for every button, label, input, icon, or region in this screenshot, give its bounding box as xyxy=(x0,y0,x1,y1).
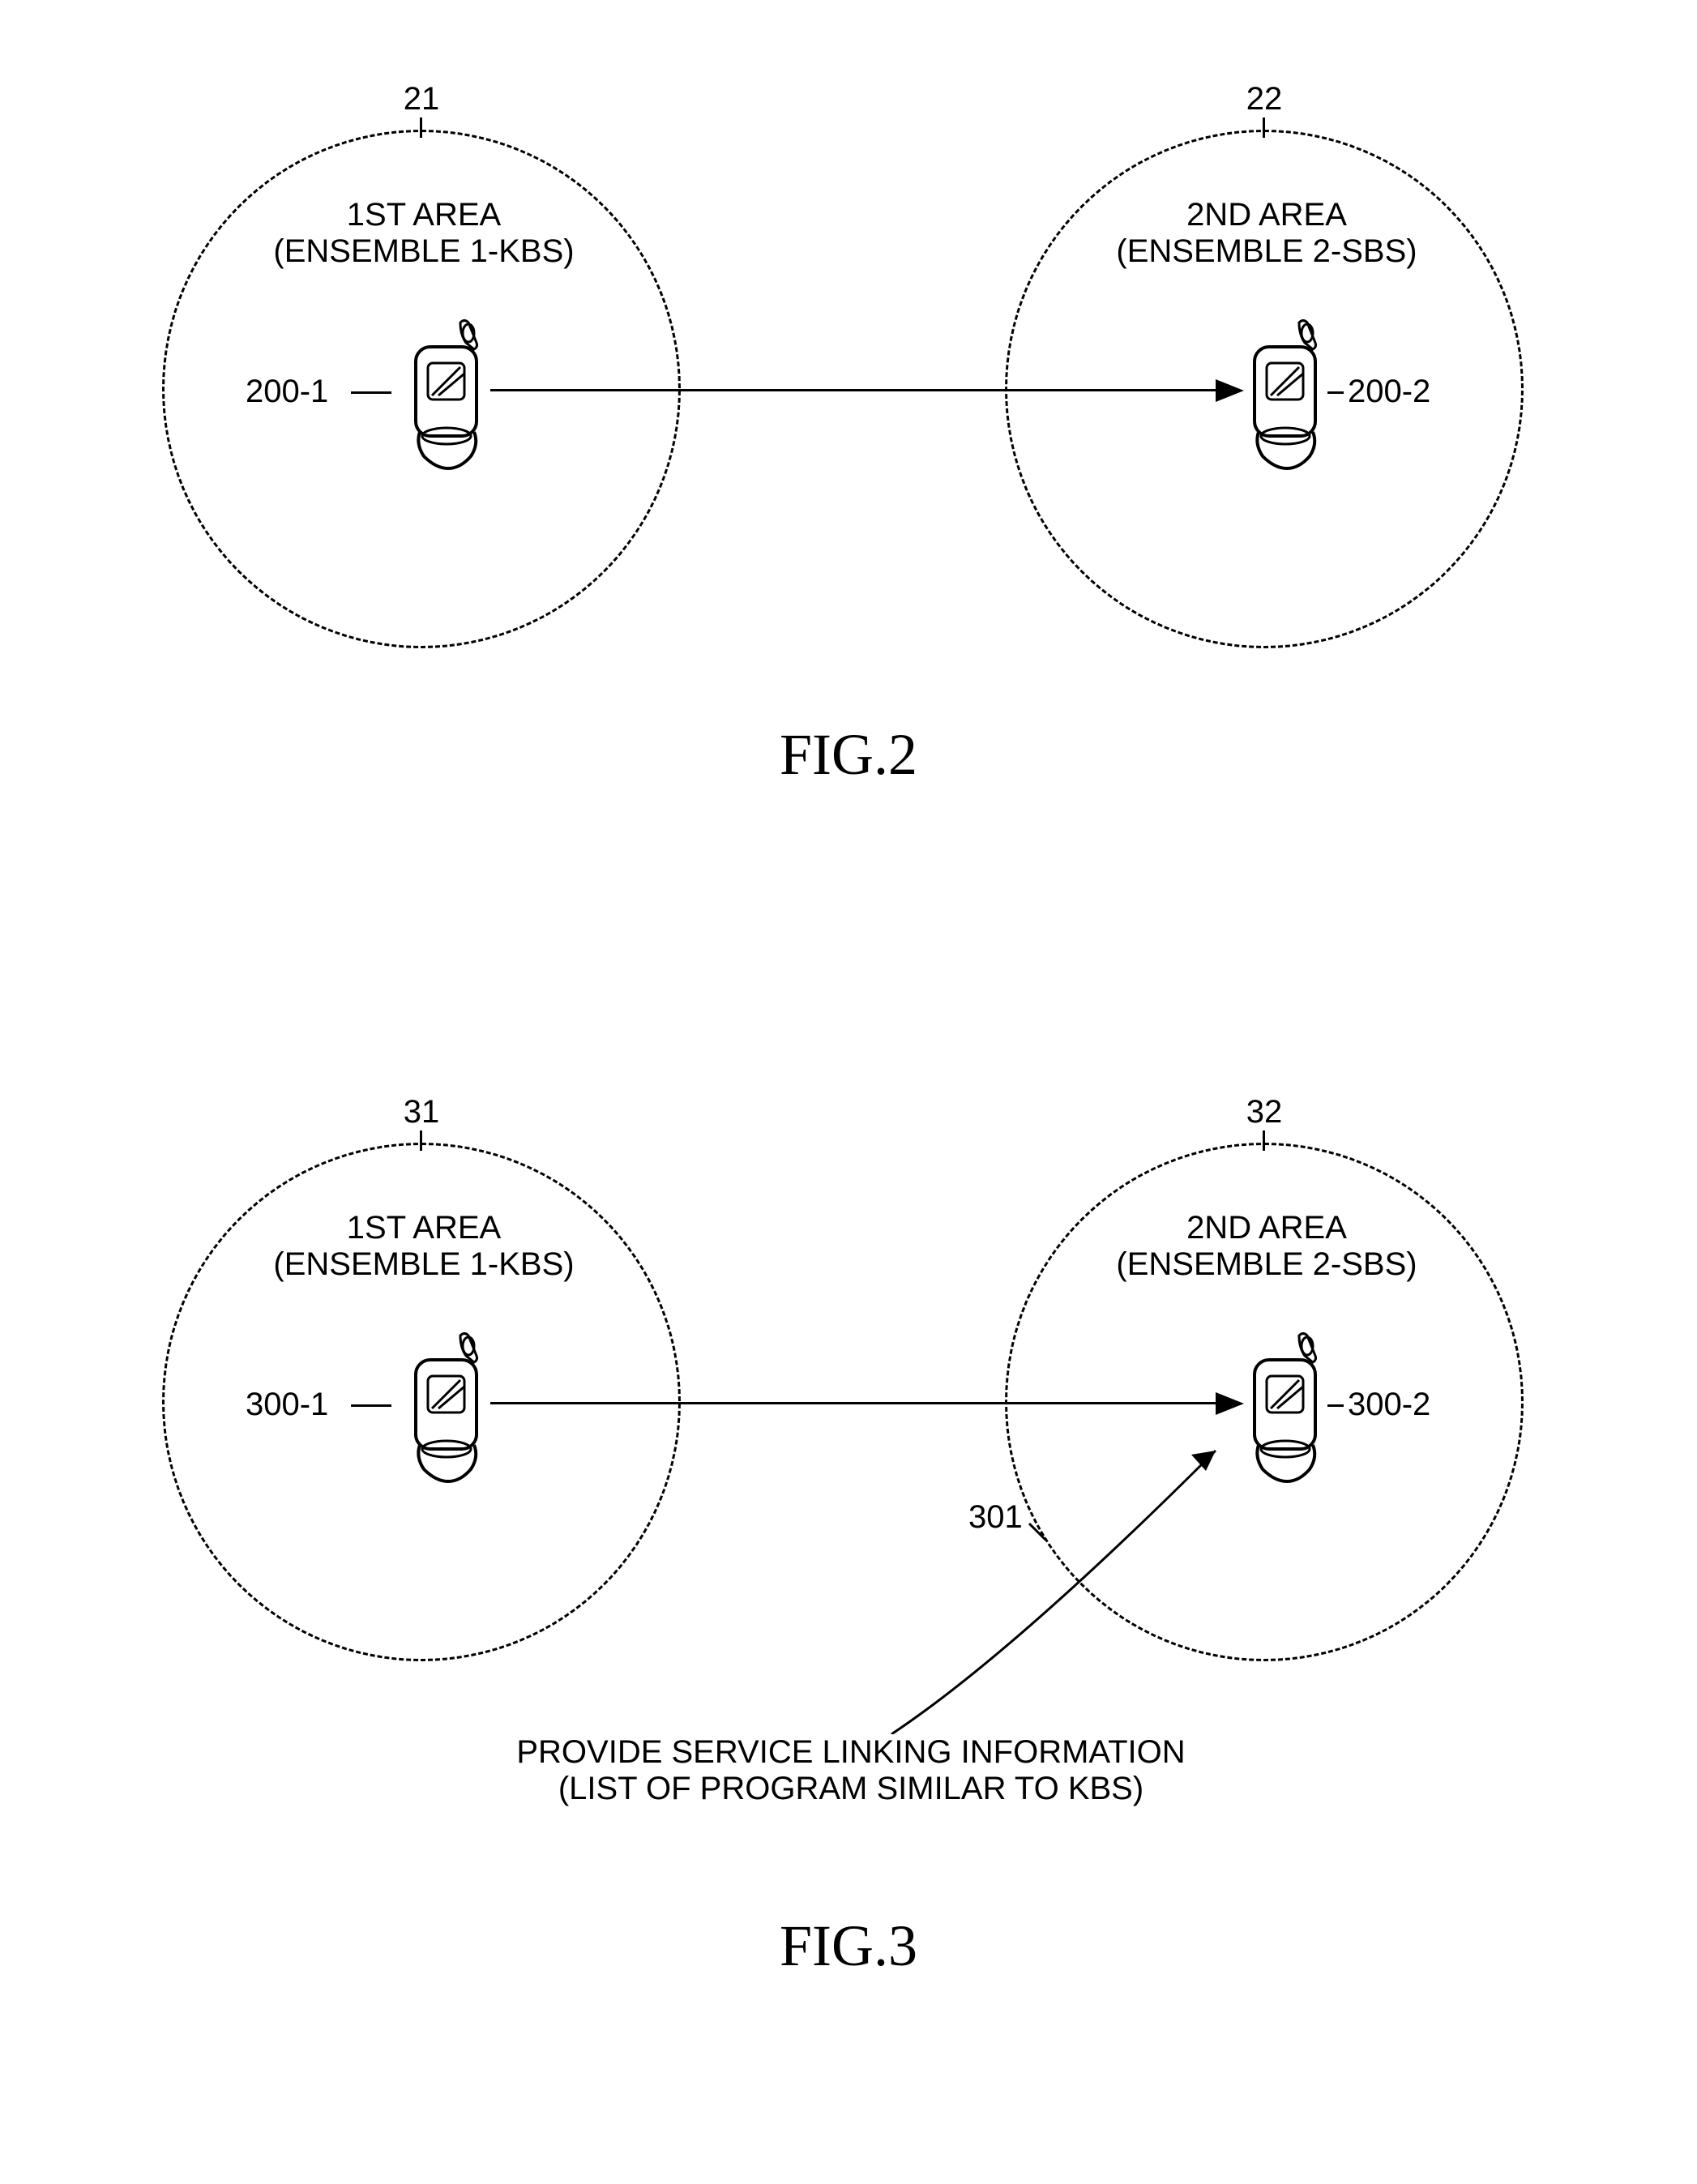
movement-arrowhead xyxy=(1216,379,1244,402)
area-3-line2: (ENSEMBLE 1-KBS) xyxy=(221,1246,626,1283)
phone-4-ref: 300-2 xyxy=(1348,1387,1430,1423)
phone-icon-1 xyxy=(400,318,493,472)
phone-4-leader xyxy=(1327,1404,1344,1407)
area-1-label: 1ST AREA (ENSEMBLE 1-KBS) xyxy=(221,197,626,270)
service-text-block: PROVIDE SERVICE LINKING INFORMATION (LIS… xyxy=(486,1734,1216,1807)
area-4-tick xyxy=(1263,1130,1265,1151)
area-3-tick xyxy=(420,1130,422,1151)
area-2-tick xyxy=(1263,118,1265,138)
phone-1-leader xyxy=(351,391,391,394)
area-2-line1: 2ND AREA xyxy=(1064,197,1469,233)
area-1-line1: 1ST AREA xyxy=(221,197,626,233)
phone-icon-2 xyxy=(1238,318,1332,472)
phone-3-ref: 300-1 xyxy=(246,1387,328,1423)
figure-2: 1ST AREA (ENSEMBLE 1-KBS) 200-1 21 2ND A… xyxy=(0,81,1697,810)
area-1-tick xyxy=(420,118,422,138)
movement-arrow-2 xyxy=(490,1402,1220,1404)
service-text-2: (LIST OF PROGRAM SIMILAR TO KBS) xyxy=(486,1771,1216,1807)
service-text-1: PROVIDE SERVICE LINKING INFORMATION xyxy=(486,1734,1216,1771)
phone-2-leader xyxy=(1327,391,1344,394)
figure-2-caption: FIG.2 xyxy=(0,721,1697,789)
area-1-line2: (ENSEMBLE 1-KBS) xyxy=(221,233,626,270)
area-4-label: 2ND AREA (ENSEMBLE 2-SBS) xyxy=(1064,1210,1469,1283)
area-3-topref: 31 xyxy=(397,1094,446,1130)
phone-2-ref: 200-2 xyxy=(1348,374,1430,410)
phone-icon-3 xyxy=(400,1331,493,1485)
curved-arrow xyxy=(810,1410,1256,1734)
area-1-topref: 21 xyxy=(397,81,446,118)
phone-3-leader xyxy=(351,1404,391,1407)
area-3-label: 1ST AREA (ENSEMBLE 1-KBS) xyxy=(221,1210,626,1283)
area-2-label: 2ND AREA (ENSEMBLE 2-SBS) xyxy=(1064,197,1469,270)
figure-3: 1ST AREA (ENSEMBLE 1-KBS) 300-1 31 2ND A… xyxy=(0,1094,1697,2026)
area-4-line2: (ENSEMBLE 2-SBS) xyxy=(1064,1246,1469,1283)
area-3-line1: 1ST AREA xyxy=(221,1210,626,1246)
phone-1-ref: 200-1 xyxy=(246,374,328,410)
figure-3-caption: FIG.3 xyxy=(0,1913,1697,1980)
area-4-line1: 2ND AREA xyxy=(1064,1210,1469,1246)
area-2-topref: 22 xyxy=(1240,81,1289,118)
movement-arrow xyxy=(490,389,1220,391)
area-4-topref: 32 xyxy=(1240,1094,1289,1130)
area-2-line2: (ENSEMBLE 2-SBS) xyxy=(1064,233,1469,270)
